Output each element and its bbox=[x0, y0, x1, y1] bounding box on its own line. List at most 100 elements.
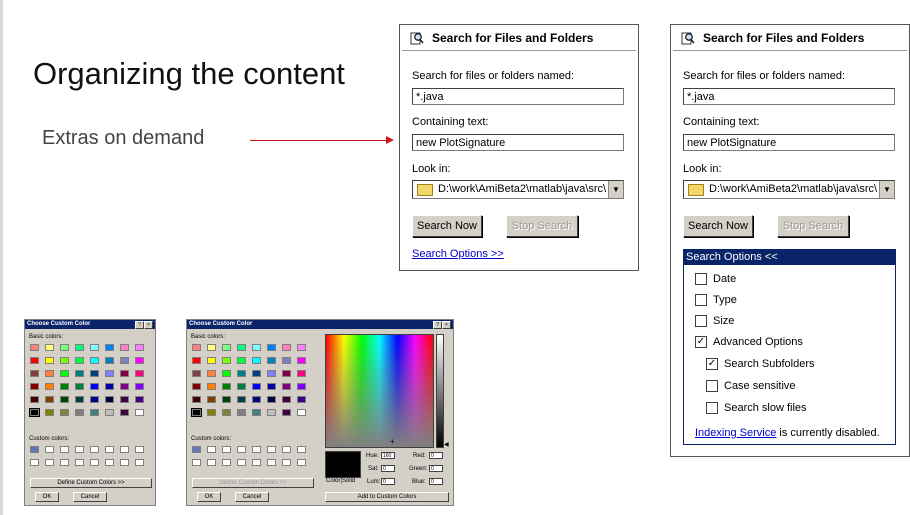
basic-color-swatch[interactable] bbox=[267, 396, 276, 403]
custom-color-swatch[interactable] bbox=[192, 446, 201, 453]
basic-color-swatch[interactable] bbox=[45, 409, 54, 416]
custom-color-swatch[interactable] bbox=[207, 446, 216, 453]
option-size[interactable]: Size bbox=[695, 315, 734, 327]
basic-color-swatch[interactable] bbox=[90, 344, 99, 351]
basic-color-swatch[interactable] bbox=[60, 357, 69, 364]
size-checkbox[interactable] bbox=[695, 315, 707, 327]
help-button[interactable]: ? bbox=[135, 321, 144, 329]
case-checkbox[interactable] bbox=[706, 380, 718, 392]
stop-search-button[interactable]: Stop Search bbox=[506, 215, 578, 237]
basic-color-swatch[interactable] bbox=[75, 370, 84, 377]
custom-color-swatch[interactable] bbox=[297, 459, 306, 466]
basic-color-swatch[interactable] bbox=[267, 344, 276, 351]
search-options-link[interactable]: Search Options >> bbox=[412, 248, 504, 260]
basic-color-swatch[interactable] bbox=[297, 396, 306, 403]
basic-color-swatch[interactable] bbox=[45, 396, 54, 403]
option-slow-files[interactable]: Search slow files bbox=[706, 402, 807, 414]
custom-color-swatch[interactable] bbox=[120, 459, 129, 466]
basic-color-swatch[interactable] bbox=[267, 357, 276, 364]
basic-color-swatch[interactable] bbox=[222, 409, 231, 416]
option-date[interactable]: Date bbox=[695, 273, 736, 285]
color-spectrum[interactable] bbox=[325, 334, 434, 448]
basic-color-swatch[interactable] bbox=[237, 357, 246, 364]
basic-color-swatch[interactable] bbox=[30, 383, 39, 390]
define-custom-colors-button[interactable]: Define Custom Colors >> bbox=[192, 478, 314, 488]
basic-color-swatch[interactable] bbox=[135, 344, 144, 351]
basic-color-swatch[interactable] bbox=[60, 383, 69, 390]
basic-color-swatch[interactable] bbox=[207, 409, 216, 416]
lookin-combo[interactable]: D:\work\AmiBeta2\matlab\java\src\ ▼ bbox=[412, 180, 624, 199]
basic-color-swatch[interactable] bbox=[282, 370, 291, 377]
lookin-combo[interactable]: D:\work\AmiBeta2\matlab\java\src\ ▼ bbox=[683, 180, 895, 199]
basic-color-swatch[interactable] bbox=[282, 396, 291, 403]
basic-color-swatch[interactable] bbox=[237, 383, 246, 390]
basic-color-swatch[interactable] bbox=[60, 370, 69, 377]
basic-color-swatch[interactable] bbox=[237, 396, 246, 403]
basic-color-swatch[interactable] bbox=[120, 396, 129, 403]
basic-color-swatch[interactable] bbox=[105, 396, 114, 403]
option-type[interactable]: Type bbox=[695, 294, 737, 306]
basic-color-swatch[interactable] bbox=[252, 383, 261, 390]
basic-color-swatch[interactable] bbox=[135, 357, 144, 364]
basic-color-swatch[interactable] bbox=[29, 408, 40, 417]
basic-color-swatch[interactable] bbox=[60, 409, 69, 416]
custom-color-swatch[interactable] bbox=[282, 459, 291, 466]
basic-color-swatch[interactable] bbox=[207, 344, 216, 351]
help-button[interactable]: ? bbox=[433, 321, 442, 329]
basic-color-swatch[interactable] bbox=[60, 344, 69, 351]
basic-color-swatch[interactable] bbox=[90, 383, 99, 390]
basic-color-swatch[interactable] bbox=[30, 370, 39, 377]
cancel-button[interactable]: Cancel bbox=[235, 492, 269, 502]
search-options-header[interactable]: Search Options << bbox=[683, 249, 896, 265]
close-button[interactable]: × bbox=[144, 321, 153, 329]
luminosity-bar[interactable] bbox=[436, 334, 444, 448]
basic-color-swatch[interactable] bbox=[192, 357, 201, 364]
basic-color-swatch[interactable] bbox=[30, 357, 39, 364]
custom-color-swatch[interactable] bbox=[45, 446, 54, 453]
basic-color-swatch[interactable] bbox=[192, 383, 201, 390]
option-subfolders[interactable]: ✓ Search Subfolders bbox=[706, 358, 815, 370]
basic-color-swatch[interactable] bbox=[191, 408, 202, 417]
basic-color-swatch[interactable] bbox=[135, 383, 144, 390]
basic-color-swatch[interactable] bbox=[222, 370, 231, 377]
hue-field[interactable]: 160 bbox=[381, 452, 395, 459]
custom-color-swatch[interactable] bbox=[135, 446, 144, 453]
basic-color-swatch[interactable] bbox=[192, 396, 201, 403]
basic-color-swatch[interactable] bbox=[135, 370, 144, 377]
basic-color-swatch[interactable] bbox=[192, 370, 201, 377]
blue-field[interactable]: 0 bbox=[429, 478, 443, 485]
basic-color-swatch[interactable] bbox=[207, 357, 216, 364]
basic-color-swatch[interactable] bbox=[45, 383, 54, 390]
custom-color-swatch[interactable] bbox=[105, 446, 114, 453]
basic-color-swatch[interactable] bbox=[222, 383, 231, 390]
custom-color-swatch[interactable] bbox=[252, 459, 261, 466]
ok-button[interactable]: OK bbox=[197, 492, 221, 502]
ok-button[interactable]: OK bbox=[35, 492, 59, 502]
basic-color-swatch[interactable] bbox=[45, 357, 54, 364]
basic-color-swatch[interactable] bbox=[90, 370, 99, 377]
basic-color-swatch[interactable] bbox=[297, 383, 306, 390]
basic-color-swatch[interactable] bbox=[75, 357, 84, 364]
option-case-sensitive[interactable]: Case sensitive bbox=[706, 380, 796, 392]
custom-color-swatch[interactable] bbox=[192, 459, 201, 466]
basic-color-swatch[interactable] bbox=[105, 370, 114, 377]
basic-color-swatch[interactable] bbox=[207, 383, 216, 390]
option-advanced[interactable]: ✓ Advanced Options bbox=[695, 336, 803, 348]
dropdown-arrow-icon[interactable]: ▼ bbox=[608, 181, 623, 198]
basic-color-swatch[interactable] bbox=[90, 396, 99, 403]
stop-search-button[interactable]: Stop Search bbox=[777, 215, 849, 237]
basic-color-swatch[interactable] bbox=[297, 344, 306, 351]
search-now-button[interactable]: Search Now bbox=[412, 215, 482, 237]
basic-color-swatch[interactable] bbox=[75, 409, 84, 416]
custom-color-swatch[interactable] bbox=[222, 446, 231, 453]
basic-color-swatch[interactable] bbox=[297, 357, 306, 364]
red-field[interactable]: 0 bbox=[429, 452, 443, 459]
basic-color-swatch[interactable] bbox=[105, 357, 114, 364]
basic-color-swatch[interactable] bbox=[267, 409, 276, 416]
basic-color-swatch[interactable] bbox=[105, 383, 114, 390]
custom-color-swatch[interactable] bbox=[60, 446, 69, 453]
basic-color-swatch[interactable] bbox=[282, 409, 291, 416]
containing-input[interactable]: new PlotSignature bbox=[683, 134, 895, 151]
close-button[interactable]: × bbox=[442, 321, 451, 329]
basic-color-swatch[interactable] bbox=[45, 344, 54, 351]
